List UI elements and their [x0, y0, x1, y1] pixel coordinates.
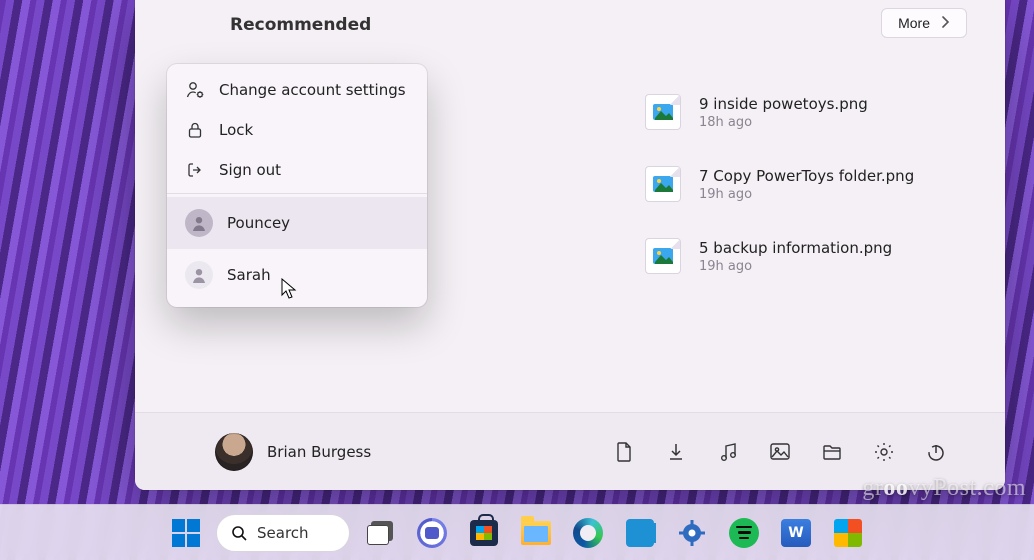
taskbar-search[interactable]: Search: [216, 514, 350, 552]
flyout-item-label: Sign out: [219, 161, 281, 179]
settings-icon[interactable]: [873, 441, 895, 463]
power-icon[interactable]: [925, 441, 947, 463]
user-avatar-icon: [185, 261, 213, 289]
start-menu-panel: Recommended More 9 inside powetoys.png 1…: [135, 0, 1005, 490]
documents-icon[interactable]: [613, 441, 635, 463]
file-explorer-icon[interactable]: [821, 441, 843, 463]
flyout-separator: [167, 193, 427, 194]
recent-item[interactable]: 9 inside powetoys.png 18h ago: [645, 76, 975, 148]
recommended-recent-list: 9 inside powetoys.png 18h ago 7 Copy Pow…: [645, 76, 975, 292]
taskbar-app-blue[interactable]: [618, 511, 662, 555]
recent-item-name: 7 Copy PowerToys folder.png: [699, 167, 914, 185]
task-view-icon: [367, 525, 389, 545]
recent-item-time: 18h ago: [699, 115, 868, 130]
account-flyout: Change account settings Lock Sign out Po…: [167, 64, 427, 307]
more-button-label: More: [898, 15, 930, 31]
sign-out-icon: [185, 160, 205, 180]
taskbar-word[interactable]: W: [774, 511, 818, 555]
user-avatar: [215, 433, 253, 471]
music-icon[interactable]: [717, 441, 739, 463]
start-button[interactable]: [164, 511, 208, 555]
lock-item[interactable]: Lock: [167, 110, 427, 150]
taskbar-powertoys[interactable]: [826, 511, 870, 555]
task-view-button[interactable]: [358, 511, 402, 555]
change-account-settings-item[interactable]: Change account settings: [167, 70, 427, 110]
chat-icon: [417, 518, 447, 548]
recent-item-time: 19h ago: [699, 259, 892, 274]
gear-icon: [678, 519, 706, 547]
recent-item-name: 9 inside powetoys.png: [699, 95, 868, 113]
user-gear-icon: [185, 80, 205, 100]
switch-user-pouncey[interactable]: Pouncey: [167, 197, 427, 249]
image-file-icon: [645, 94, 681, 130]
image-file-icon: [645, 238, 681, 274]
app-icon: [626, 519, 654, 547]
microsoft-store-icon: [470, 520, 498, 546]
taskbar: Search W: [0, 504, 1034, 560]
taskbar-search-label: Search: [257, 524, 309, 542]
watermark: groovyPost.com: [862, 475, 1026, 502]
flyout-item-label: Lock: [219, 121, 253, 139]
flyout-item-label: Change account settings: [219, 81, 406, 99]
current-user-button[interactable]: Brian Burgess: [215, 433, 371, 471]
user-avatar-icon: [185, 209, 213, 237]
taskbar-chat[interactable]: [410, 511, 454, 555]
recent-item-name: 5 backup information.png: [699, 239, 892, 257]
file-explorer-icon: [521, 521, 551, 545]
search-icon: [231, 525, 247, 541]
windows-logo-icon: [172, 519, 200, 547]
taskbar-store[interactable]: [462, 511, 506, 555]
recent-item[interactable]: 5 backup information.png 19h ago: [645, 220, 975, 292]
more-button[interactable]: More: [881, 8, 967, 38]
sign-out-item[interactable]: Sign out: [167, 150, 427, 190]
recent-item[interactable]: 7 Copy PowerToys folder.png 19h ago: [645, 148, 975, 220]
taskbar-file-explorer[interactable]: [514, 511, 558, 555]
edge-icon: [573, 518, 603, 548]
pictures-icon[interactable]: [769, 441, 791, 463]
switch-user-sarah[interactable]: Sarah: [167, 249, 427, 301]
recent-item-time: 19h ago: [699, 187, 914, 202]
footer-shortcut-row: [613, 441, 947, 463]
image-file-icon: [645, 166, 681, 202]
taskbar-settings[interactable]: [670, 511, 714, 555]
word-icon: W: [781, 519, 811, 547]
current-user-name: Brian Burgess: [267, 443, 371, 461]
switch-user-label: Sarah: [227, 266, 271, 284]
lock-icon: [185, 120, 205, 140]
taskbar-spotify[interactable]: [722, 511, 766, 555]
taskbar-edge[interactable]: [566, 511, 610, 555]
downloads-icon[interactable]: [665, 441, 687, 463]
chevron-right-icon: [942, 16, 950, 31]
switch-user-label: Pouncey: [227, 214, 290, 232]
powertoys-icon: [834, 519, 862, 547]
spotify-icon: [729, 518, 759, 548]
recommended-heading: Recommended: [230, 15, 371, 35]
